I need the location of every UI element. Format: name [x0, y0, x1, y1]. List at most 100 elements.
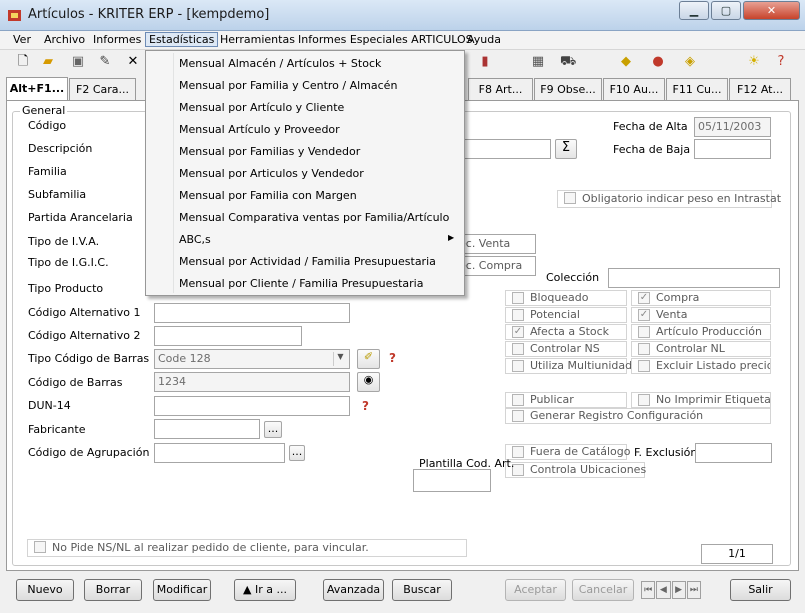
- f-exclusion-input[interactable]: [695, 443, 772, 463]
- descripcion-input[interactable]: [460, 139, 551, 159]
- fabricante-lookup-button[interactable]: ...: [264, 421, 282, 438]
- delete-icon[interactable]: ✕: [125, 54, 141, 70]
- cod-agrupacion-lookup-button[interactable]: ...: [289, 445, 305, 461]
- eraser-button[interactable]: ✐: [357, 349, 380, 369]
- publicar-checkbox[interactable]: Publicar: [505, 392, 627, 408]
- calculator-icon[interactable]: ▦: [530, 54, 546, 70]
- menu-ayuda[interactable]: Ayuda: [467, 33, 501, 46]
- sigma-button[interactable]: Σ: [555, 139, 577, 159]
- dun14-input[interactable]: [154, 396, 350, 416]
- no-imprimir-checkbox[interactable]: No Imprimir Etiqueta: [631, 392, 771, 408]
- close-button[interactable]: ✕: [743, 1, 800, 20]
- dropdown-item[interactable]: Mensual por Articulos y Vendedor: [179, 167, 364, 180]
- borrar-button[interactable]: Borrar: [84, 579, 142, 601]
- dropdown-item[interactable]: Mensual por Artículo y Cliente: [179, 101, 344, 114]
- open-folder-icon[interactable]: ▰: [40, 54, 56, 70]
- controlar-nl-checkbox[interactable]: Controlar NL: [631, 341, 771, 357]
- dropdown-item[interactable]: Mensual Almacén / Artículos + Stock: [179, 57, 381, 70]
- multiunidad-checkbox[interactable]: Utiliza Multiunidad: [505, 358, 632, 374]
- menu-informes-especiales[interactable]: Informes Especiales ARTICULOS: [298, 33, 473, 46]
- nuevo-button[interactable]: Nuevo: [16, 579, 74, 601]
- afecta-stock-checkbox[interactable]: ✓ Afecta a Stock: [505, 324, 627, 340]
- buscar-button[interactable]: Buscar: [392, 579, 452, 601]
- menu-archivo[interactable]: Archivo: [44, 33, 85, 46]
- fecha-baja-input[interactable]: [694, 139, 771, 159]
- cart-icon[interactable]: ⛟: [560, 54, 576, 70]
- articulo-produccion-checkbox[interactable]: Artículo Producción: [631, 324, 771, 340]
- dropdown-item[interactable]: Mensual Comparativa ventas por Familia/A…: [179, 211, 449, 224]
- menu-herramientas[interactable]: Herramientas: [220, 33, 295, 46]
- phone-icon[interactable]: ◈: [682, 54, 698, 70]
- truck-icon[interactable]: ◆: [618, 54, 634, 70]
- rec-compra-field[interactable]: ec. Compra: [455, 256, 536, 276]
- next-record-icon[interactable]: ▶: [671, 581, 686, 599]
- cod-agrupacion-input[interactable]: [154, 443, 285, 463]
- coleccion-input[interactable]: [608, 268, 780, 288]
- menu-ver[interactable]: Ver: [13, 33, 31, 46]
- new-document-icon[interactable]: 🗋: [15, 54, 31, 70]
- help-icon[interactable]: ?: [362, 399, 369, 413]
- salir-button[interactable]: Salir: [730, 579, 791, 601]
- tab-f8[interactable]: F8 Art...: [468, 78, 533, 100]
- intrastat-label: Obligatorio indicar peso en Intrastat: [582, 192, 782, 205]
- fuera-catalogo-checkbox[interactable]: Fuera de Catálogo: [505, 444, 630, 460]
- venta-checkbox[interactable]: ✓ Venta: [631, 307, 771, 323]
- ir-a-button[interactable]: ▲ Ir a ...: [234, 579, 296, 601]
- codigo-alt1-input[interactable]: [154, 303, 350, 323]
- cancelar-button[interactable]: Cancelar: [572, 579, 634, 601]
- menu-estadisticas[interactable]: Estadísticas: [145, 32, 219, 47]
- money-bag-icon[interactable]: ●: [650, 54, 666, 70]
- dropdown-item[interactable]: Mensual por Familia con Margen: [179, 189, 357, 202]
- chart-icon[interactable]: ▮: [477, 54, 493, 70]
- maximize-button[interactable]: ▢: [711, 1, 741, 20]
- controla-ubicaciones-checkbox[interactable]: Controla Ubicaciones: [505, 462, 646, 478]
- generar-registro-checkbox[interactable]: Generar Registro Configuración: [505, 408, 771, 424]
- dropdown-item[interactable]: Mensual por Familia y Centro / Almacén: [179, 79, 397, 92]
- avanzada-button[interactable]: Avanzada: [323, 579, 384, 601]
- tab-f11[interactable]: F11 Cu...: [666, 78, 728, 100]
- checkbox-icon: [638, 394, 650, 406]
- view-button[interactable]: ◉: [357, 372, 380, 392]
- help-icon[interactable]: ?: [389, 351, 396, 365]
- checkbox-icon: [34, 541, 46, 553]
- tab-general[interactable]: Alt+F1...: [6, 77, 68, 101]
- fecha-alta-input[interactable]: 05/11/2003: [694, 117, 771, 137]
- menu-informes[interactable]: Informes: [93, 33, 141, 46]
- aceptar-button[interactable]: Aceptar: [505, 579, 566, 601]
- fabricante-input[interactable]: [154, 419, 260, 439]
- tab-f9[interactable]: F9 Obse...: [534, 78, 602, 100]
- cod-barras-input[interactable]: 1234: [154, 372, 350, 392]
- edit-icon[interactable]: ✎: [97, 54, 113, 70]
- tab-caracteristicas[interactable]: F2 Cara...: [69, 78, 136, 100]
- excluir-listado-label: Excluir Listado precio n: [656, 359, 771, 372]
- potencial-checkbox[interactable]: Potencial: [505, 307, 627, 323]
- compra-checkbox[interactable]: ✓ Compra: [631, 290, 771, 306]
- tab-f10[interactable]: F10 Au...: [603, 78, 665, 100]
- dropdown-item[interactable]: Mensual Artículo y Proveedor: [179, 123, 340, 136]
- excluir-listado-checkbox[interactable]: Excluir Listado precio n: [631, 358, 771, 374]
- tab-f12[interactable]: F12 At...: [729, 78, 791, 100]
- help-icon[interactable]: ?: [773, 54, 789, 70]
- rec-venta-field[interactable]: ec. Venta: [455, 234, 536, 254]
- tipo-cod-barras-select[interactable]: Code 128 ▼: [154, 349, 350, 369]
- no-pide-checkbox[interactable]: No Pide NS/NL al realizar pedido de clie…: [27, 539, 467, 557]
- first-record-icon[interactable]: ⏮: [641, 581, 656, 599]
- intrastat-checkbox[interactable]: Obligatorio indicar peso en Intrastat: [557, 190, 781, 208]
- minimize-button[interactable]: ▁: [679, 1, 709, 20]
- dropdown-item[interactable]: Mensual por Cliente / Familia Presupuest…: [179, 277, 423, 290]
- lightbulb-icon[interactable]: ☀: [746, 54, 762, 70]
- dropdown-item-submenu[interactable]: ABC,s: [179, 233, 211, 246]
- dropdown-item[interactable]: Mensual por Actividad / Familia Presupue…: [179, 255, 436, 268]
- prev-record-icon[interactable]: ◀: [656, 581, 671, 599]
- save-icon[interactable]: ▣: [70, 54, 86, 70]
- plantilla-input[interactable]: [413, 469, 491, 492]
- codigo-alt2-input[interactable]: [154, 326, 302, 346]
- dropdown-item[interactable]: Mensual por Familias y Vendedor: [179, 145, 360, 158]
- last-record-icon[interactable]: ⏭: [686, 581, 701, 599]
- modificar-button[interactable]: Modificar: [153, 579, 211, 601]
- controlar-ns-checkbox[interactable]: Controlar NS: [505, 341, 627, 357]
- label-descripcion: Descripción: [28, 142, 93, 155]
- controlar-ns-label: Controlar NS: [530, 342, 600, 355]
- bloqueado-checkbox[interactable]: Bloqueado: [505, 290, 627, 306]
- label-codigo-alt2: Código Alternativo 2: [28, 329, 141, 342]
